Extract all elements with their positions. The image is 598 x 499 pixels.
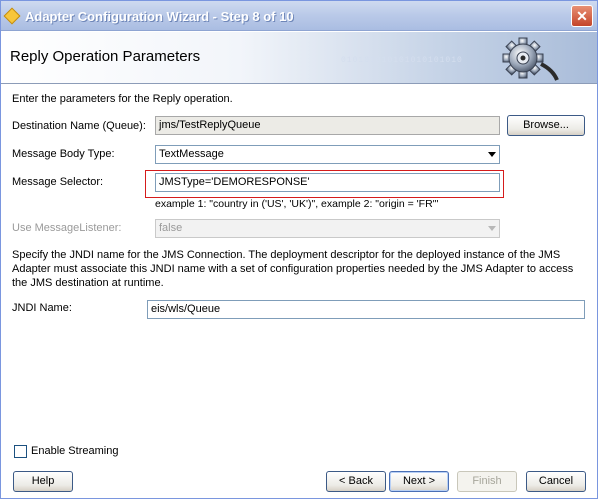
destination-field[interactable]: jms/TestReplyQueue (155, 116, 500, 135)
listener-value: false (159, 222, 183, 234)
intro-text: Enter the parameters for the Reply opera… (12, 93, 233, 105)
banner-binary-decoration: 010101010101010101010 (341, 56, 463, 65)
form-panel: Enter the parameters for the Reply opera… (2, 85, 597, 458)
app-icon (3, 7, 21, 25)
streaming-checkbox[interactable] (14, 445, 27, 458)
jndi-label: JNDI Name: (12, 302, 72, 314)
chevron-down-icon (488, 226, 496, 231)
body-type-select[interactable]: TextMessage (155, 145, 500, 164)
selector-field[interactable]: JMSType='DEMORESPONSE' (155, 173, 500, 192)
jndi-field[interactable]: eis/wls/Queue (147, 300, 585, 319)
window-title: Adapter Configuration Wizard - Step 8 of… (25, 9, 294, 24)
next-button[interactable]: Next > (389, 471, 449, 492)
body-type-value: TextMessage (159, 148, 224, 160)
selector-label: Message Selector: (12, 176, 104, 188)
destination-label: Destination Name (Queue): (12, 120, 146, 132)
step-banner: Reply Operation Parameters 0101010101010… (1, 32, 597, 84)
chevron-down-icon (488, 152, 496, 157)
wizard-window: Adapter Configuration Wizard - Step 8 of… (0, 0, 598, 499)
help-button[interactable]: Help (13, 471, 73, 492)
browse-button[interactable]: Browse... (507, 115, 585, 136)
cancel-button[interactable]: Cancel (526, 471, 586, 492)
listener-select: false (155, 219, 500, 238)
streaming-label[interactable]: Enable Streaming (31, 445, 118, 457)
page-title: Reply Operation Parameters (10, 48, 201, 65)
selector-example: example 1: "country in ('US', 'UK')", ex… (155, 198, 439, 210)
finish-button: Finish (457, 471, 517, 492)
title-bar[interactable]: Adapter Configuration Wizard - Step 8 of… (1, 1, 597, 31)
jndi-description: Specify the JNDI name for the JMS Connec… (12, 249, 574, 289)
listener-label: Use MessageListener: (12, 222, 122, 234)
back-button[interactable]: < Back (326, 471, 386, 492)
body-type-label: Message Body Type: (12, 148, 115, 160)
close-button[interactable]: ✕ (571, 5, 593, 27)
gear-icon (497, 34, 567, 82)
